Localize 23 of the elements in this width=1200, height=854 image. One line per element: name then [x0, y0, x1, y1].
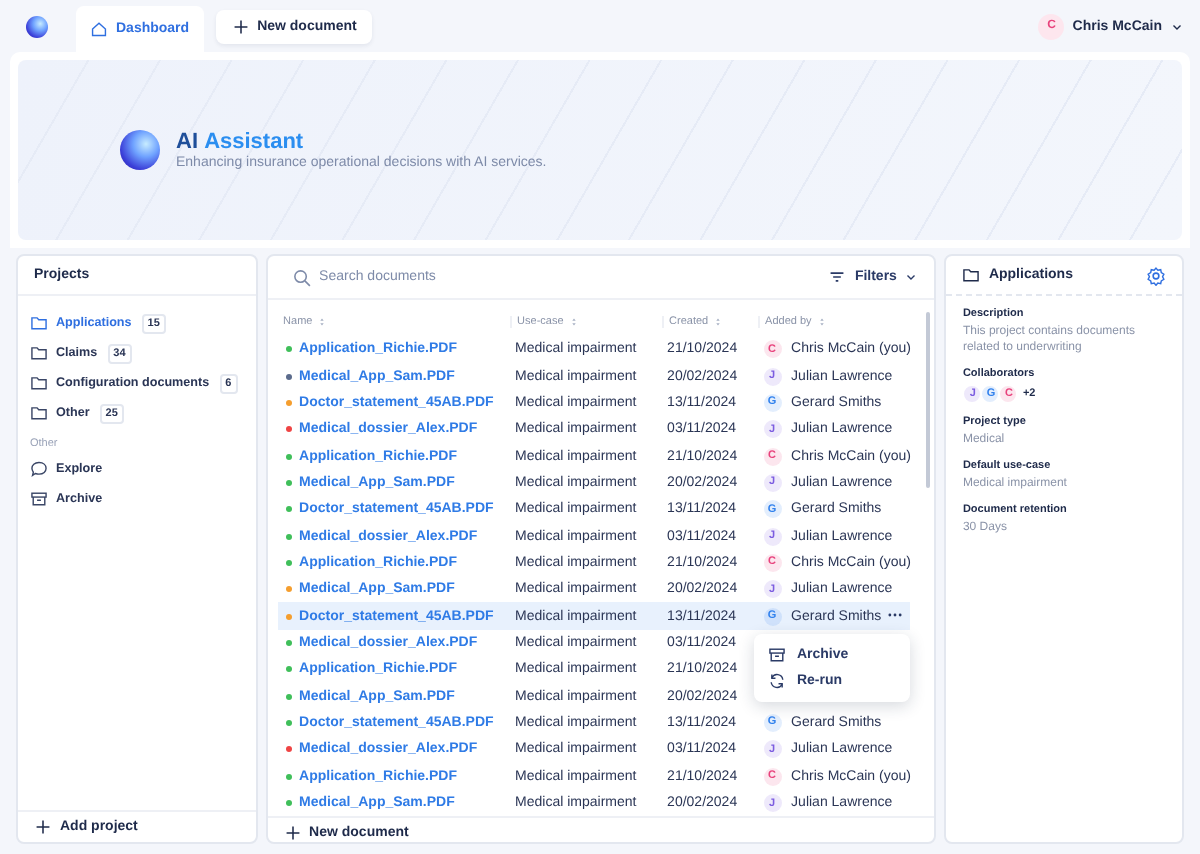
plus-icon [231, 17, 250, 35]
refresh-icon [768, 672, 787, 691]
scrollbar-thumb[interactable] [926, 312, 931, 488]
logo-icon [120, 130, 160, 170]
plus-icon [283, 824, 302, 843]
chevron-icon [1170, 19, 1184, 33]
sort-icon [567, 316, 580, 328]
settings-icon [1146, 265, 1166, 285]
settings-button[interactable] [1146, 265, 1166, 285]
logo-icon[interactable] [26, 15, 48, 37]
chevron-icon [904, 270, 919, 284]
search-icon [291, 267, 312, 287]
plus-icon [34, 818, 52, 836]
folder-icon [962, 266, 981, 284]
sort-icon [316, 316, 329, 328]
chat-bubble-icon [30, 460, 48, 478]
sort-icon [712, 316, 725, 328]
archive-box-icon [30, 490, 48, 508]
filter-icon [828, 268, 847, 286]
page-title: AI Assistant [176, 130, 306, 154]
home-icon [90, 20, 108, 38]
archive-box-icon [768, 646, 787, 665]
sort-icon [815, 316, 828, 328]
